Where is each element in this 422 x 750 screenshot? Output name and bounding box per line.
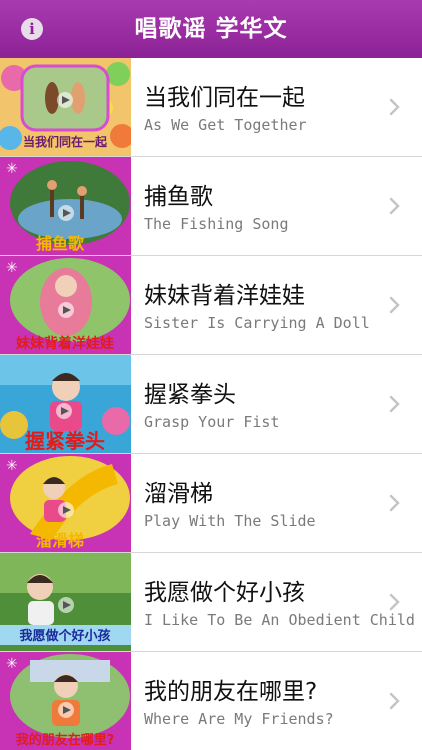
thumbnail-caption: 握紧拳头: [25, 429, 105, 453]
chevron-right-icon: [389, 692, 400, 710]
song-title-en: Grasp Your Fist: [144, 413, 280, 431]
header-bar: 唱歌谣 学华文 i: [0, 0, 422, 58]
chevron-right-icon: [389, 494, 400, 512]
song-title-cn: 妹妹背着洋娃娃: [144, 283, 305, 309]
svg-text:✳: ✳: [6, 260, 18, 276]
svg-text:✳: ✳: [6, 458, 18, 474]
song-title-en: Sister Is Carrying A Doll: [144, 314, 370, 332]
thumbnail-caption: 当我们同在一起: [23, 134, 108, 149]
chevron-right-icon: [389, 593, 400, 611]
song-row-7[interactable]: ✳ 我的朋友在哪里? 我的朋友在哪里? Where Are My Friends…: [0, 652, 422, 750]
thumbnail-caption: 妹妹背着洋娃娃: [15, 335, 114, 352]
chevron-right-icon: [389, 395, 400, 413]
info-icon[interactable]: i: [21, 18, 43, 40]
app-title: 唱歌谣 学华文: [134, 16, 288, 42]
song-title-cn: 我的朋友在哪里?: [144, 679, 318, 705]
song-title-en: I Like To Be An Obedient Child: [144, 611, 415, 629]
song-title-cn: 溜滑梯: [144, 481, 213, 507]
song-row-6[interactable]: 我愿做个好小孩 我愿做个好小孩 I Like To Be An Obedient…: [0, 553, 422, 652]
song-title-en: Where Are My Friends?: [144, 710, 334, 728]
thumbnail-caption: 我的朋友在哪里?: [16, 732, 115, 748]
song-row-1[interactable]: 当我们同在一起 当我们同在一起 As We Get Together: [0, 58, 422, 157]
svg-text:✳: ✳: [6, 656, 18, 672]
app-screen: 唱歌谣 学华文 i 当我们同在一起 当我们同在一起 As We Get Toge…: [0, 0, 422, 750]
song-thumbnail: ✳ 溜滑梯: [0, 454, 131, 552]
song-title-cn: 当我们同在一起: [144, 85, 305, 111]
song-row-5[interactable]: ✳ 溜滑梯 溜滑梯 Play With The Slide: [0, 454, 422, 553]
thumbnail-caption: 捕鱼歌: [36, 234, 85, 253]
chevron-right-icon: [389, 296, 400, 314]
song-thumbnail: ✳ 妹妹背着洋娃娃: [0, 256, 131, 354]
song-thumbnail: ✳ 捕鱼歌: [0, 157, 131, 255]
song-title-cn: 握紧拳头: [144, 382, 236, 408]
song-title-en: As We Get Together: [144, 116, 307, 134]
song-row-3[interactable]: ✳ 妹妹背着洋娃娃 妹妹背着洋娃娃 Sister Is Carrying A D…: [0, 256, 422, 355]
song-thumbnail: 握紧拳头: [0, 355, 131, 453]
song-thumbnail: ✳ 我的朋友在哪里?: [0, 652, 131, 750]
thumbnail-caption: 我愿做个好小孩: [19, 628, 110, 644]
song-row-2[interactable]: ✳ 捕鱼歌 捕鱼歌 The Fishing Song: [0, 157, 422, 256]
song-title-en: The Fishing Song: [144, 215, 289, 233]
song-title-cn: 捕鱼歌: [144, 184, 213, 210]
chevron-right-icon: [389, 98, 400, 116]
song-row-4[interactable]: 握紧拳头 握紧拳头 Grasp Your Fist: [0, 355, 422, 454]
chevron-right-icon: [389, 197, 400, 215]
thumbnail-caption: 溜滑梯: [36, 531, 84, 550]
song-title-en: Play With The Slide: [144, 512, 316, 530]
song-thumbnail: 当我们同在一起: [0, 58, 131, 156]
song-thumbnail: 我愿做个好小孩: [0, 553, 131, 651]
song-list: 当我们同在一起 当我们同在一起 As We Get Together ✳ 捕鱼歌…: [0, 58, 422, 750]
song-title-cn: 我愿做个好小孩: [144, 580, 305, 606]
svg-text:✳: ✳: [6, 161, 18, 177]
